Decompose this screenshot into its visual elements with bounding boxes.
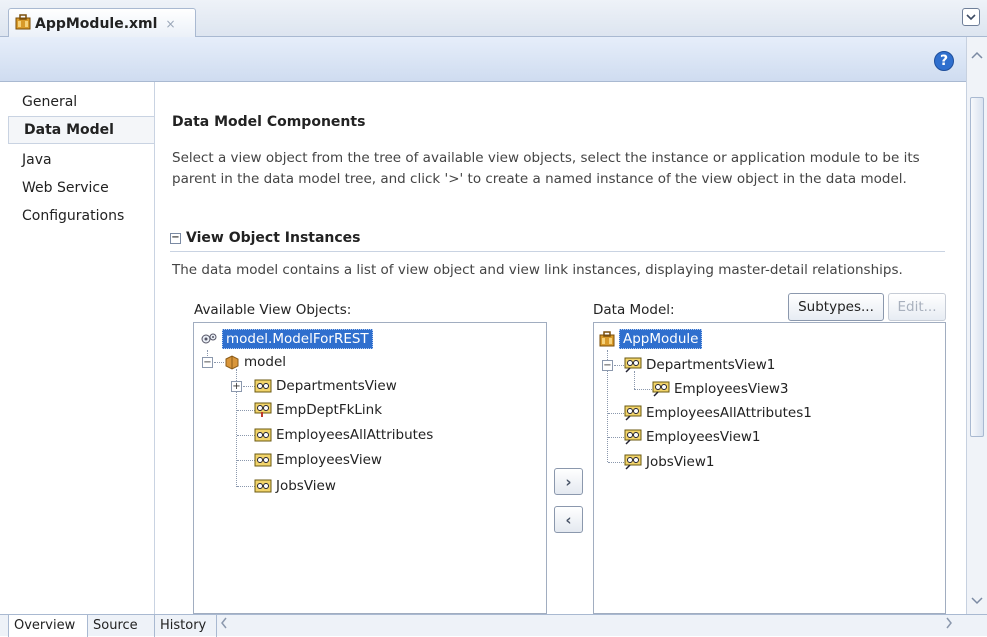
tree-connector [614, 365, 624, 366]
tab-source[interactable]: Source [88, 615, 155, 637]
tree-connector [237, 435, 255, 436]
tree-node-model-root[interactable]: model.ModelForREST [200, 328, 373, 350]
close-tab-icon[interactable]: × [165, 17, 175, 31]
nav-item-data-model[interactable]: Data Model [8, 116, 155, 144]
section-rule [170, 251, 945, 252]
tree-node-label: EmployeesView3 [674, 381, 789, 397]
nav-item-configurations[interactable]: Configurations [22, 208, 124, 224]
overview-nav: General Data Model Java Web Service Conf… [8, 82, 155, 614]
tree-node-jobsview[interactable]: JobsView [254, 475, 336, 497]
tree-node-label: EmployeesAllAttributes [276, 427, 434, 443]
tree-node-label: JobsView1 [646, 454, 715, 470]
tree-node-departmentsview[interactable]: DepartmentsView [254, 375, 397, 397]
section-title: Data Model Components [172, 114, 366, 130]
tree-node-jobsview1[interactable]: JobsView1 [624, 451, 714, 473]
vertical-scrollbar[interactable] [966, 37, 987, 614]
tree-node-employeesview[interactable]: EmployeesView [254, 449, 382, 471]
editor-header-band: ? [0, 37, 966, 82]
tree-node-employeesview3[interactable]: EmployeesView3 [652, 378, 789, 400]
tree-node-label: model.ModelForREST [222, 329, 373, 349]
nav-item-web-service[interactable]: Web Service [22, 180, 109, 196]
tree-node-label: EmpDeptFkLink [276, 402, 383, 418]
application-module-icon [599, 331, 615, 347]
tree-connector [237, 460, 255, 461]
scroll-up-icon[interactable] [971, 49, 983, 62]
file-tab-appmodule[interactable]: AppModule.xml × [8, 8, 196, 38]
tree-node-label: JobsView [276, 478, 336, 494]
tree-node-appmodule[interactable]: AppModule [599, 328, 703, 350]
vertical-scroll-thumb[interactable] [970, 97, 984, 437]
help-icon[interactable]: ? [934, 51, 954, 71]
tree-connector [237, 486, 255, 487]
tree-node-model-package[interactable]: model [224, 351, 286, 373]
data-model-tree[interactable]: AppModule − DepartmentsView1 EmployeesVi… [593, 322, 946, 614]
add-instance-button[interactable]: › [554, 468, 583, 495]
subtypes-button[interactable]: Subtypes... [788, 293, 884, 321]
tree-collapse-icon[interactable]: − [202, 357, 213, 368]
view-object-instances-title: View Object Instances [186, 230, 361, 246]
tree-collapse-icon[interactable]: − [602, 360, 613, 371]
tree-node-label: DepartmentsView [276, 378, 397, 394]
tree-node-empdeptfklink[interactable]: EmpDeptFkLink [254, 399, 382, 421]
tab-list-dropdown-icon[interactable] [962, 8, 980, 26]
tree-connector [634, 389, 652, 390]
view-object-instances-header[interactable]: − View Object Instances [170, 230, 361, 246]
available-view-objects-label: Available View Objects: [194, 302, 352, 318]
editor-tab-bar: AppModule.xml × [0, 0, 987, 38]
view-object-instance-icon [624, 357, 642, 373]
edit-button[interactable]: Edit... [888, 293, 946, 321]
tree-expand-icon[interactable]: + [231, 381, 242, 392]
scroll-down-icon[interactable] [971, 595, 983, 608]
view-object-instance-icon [624, 429, 642, 445]
view-object-instance-icon [624, 405, 642, 421]
view-object-instance-icon [624, 454, 642, 470]
view-object-icon [254, 479, 272, 493]
nav-item-java[interactable]: Java [22, 152, 52, 168]
tree-connector [634, 371, 635, 389]
view-object-icon [254, 428, 272, 442]
tree-connector [214, 362, 224, 363]
tree-node-employeesallattributes1[interactable]: EmployeesAllAttributes1 [624, 402, 812, 424]
view-object-icon [254, 453, 272, 467]
tab-history[interactable]: History [155, 615, 217, 637]
section-description: Select a view object from the tree of av… [172, 150, 920, 187]
view-object-instance-icon [652, 381, 670, 397]
tree-node-label: AppModule [619, 329, 703, 349]
scroll-right-icon[interactable] [945, 617, 953, 633]
nav-divider [154, 82, 155, 614]
tree-node-employeesview1[interactable]: EmployeesView1 [624, 426, 761, 448]
tree-connector [608, 437, 624, 438]
tree-node-label: EmployeesView1 [646, 429, 761, 445]
tree-connector [608, 413, 624, 414]
tree-node-departmentsview1[interactable]: DepartmentsView1 [624, 354, 775, 376]
scroll-left-icon[interactable] [220, 617, 228, 633]
tree-node-employeesallattributes[interactable]: EmployeesAllAttributes [254, 424, 433, 446]
nav-item-general[interactable]: General [22, 94, 77, 110]
available-view-objects-tree[interactable]: model.ModelForREST − model + Departments… [193, 322, 547, 614]
file-tab-label: AppModule.xml [35, 15, 158, 32]
view-object-instances-description: The data model contains a list of view o… [172, 262, 903, 278]
tree-connector [237, 410, 255, 411]
project-gear-icon [200, 331, 218, 347]
view-link-icon [254, 402, 272, 418]
collapse-icon[interactable]: − [170, 232, 181, 244]
view-object-icon [254, 379, 272, 393]
tree-connector [608, 462, 624, 463]
tree-node-label: EmployeesAllAttributes1 [646, 405, 812, 421]
package-icon [224, 354, 240, 370]
tab-overview[interactable]: Overview [8, 615, 88, 637]
tree-node-label: model [244, 354, 287, 370]
tree-node-label: DepartmentsView1 [646, 357, 776, 373]
application-module-icon [15, 13, 31, 34]
tree-node-label: EmployeesView [276, 452, 382, 468]
data-model-label: Data Model: [593, 302, 675, 318]
remove-instance-button[interactable]: ‹ [554, 506, 583, 533]
bottom-editor-tabs: Overview Source History [0, 614, 987, 637]
